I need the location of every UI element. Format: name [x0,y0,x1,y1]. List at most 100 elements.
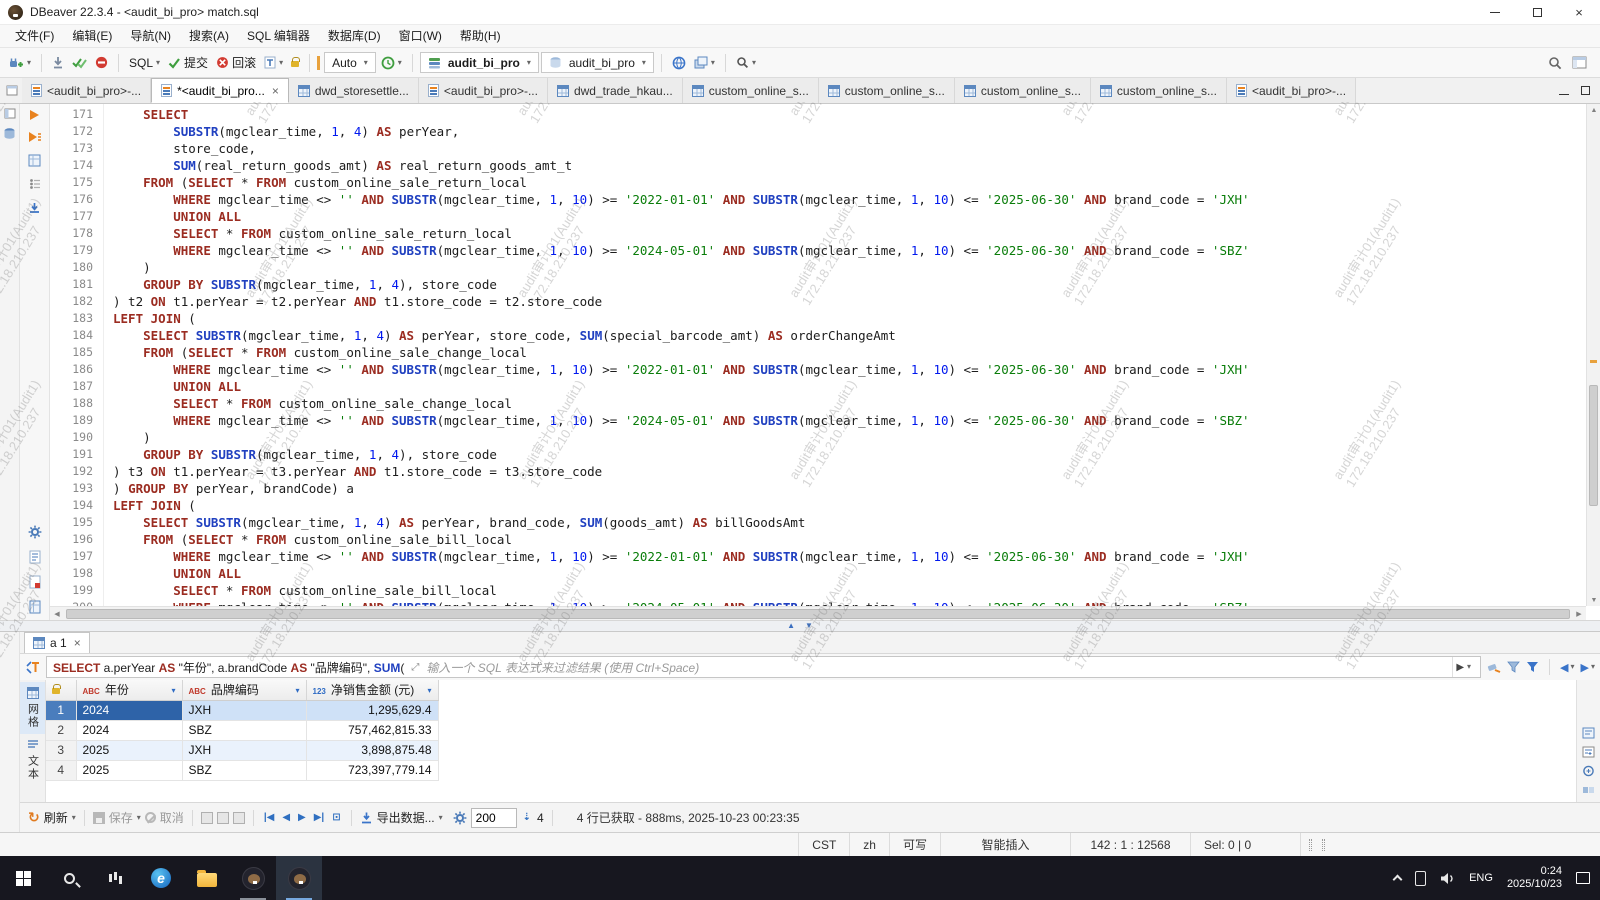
globe-button[interactable] [669,54,689,72]
grid-cell-r1c2[interactable]: JXH [182,700,306,720]
edge-button[interactable]: e [138,856,184,900]
minimize-editor-button[interactable] [1559,84,1569,98]
taskbar-search-button[interactable] [46,856,92,900]
row-number-2[interactable]: 2 [46,720,76,740]
restore-panel-icon[interactable] [2,78,22,103]
scroll-left-arrow[interactable]: ◀ [50,610,64,618]
menu-sql-editor[interactable]: SQL 编辑器 [238,25,319,47]
chevron-down-icon[interactable]: ▾ [27,59,31,67]
transaction-log-button[interactable]: ▾ [378,54,405,72]
grid-cell-r3c1[interactable]: 2025 [76,740,182,760]
editor-settings-gear-icon[interactable] [28,525,42,539]
layers-button[interactable]: ▾ [691,54,718,71]
collapse-up-icon[interactable]: ▲ [787,622,795,630]
column-header-3[interactable]: 123净销售金额 (元)▾ [306,680,438,700]
previous-row-button[interactable]: ◀ [280,812,292,823]
apply-filter-button[interactable]: ▶▾ [1452,657,1474,677]
editor-tab-4[interactable]: <audit_bi_pro>-... [419,78,548,103]
search-menu-button[interactable]: ▾ [733,54,759,71]
save-script-icon[interactable] [29,600,41,614]
chevron-down-icon[interactable]: ▾ [752,59,756,67]
vertical-scroll-thumb[interactable] [1589,385,1598,505]
grid-cell-r4c2[interactable]: SBZ [182,760,306,780]
lock-toggle[interactable] [288,56,302,69]
commit-all-button[interactable] [69,55,90,71]
grid-cell-r2c1[interactable]: 2024 [76,720,182,740]
duplicate-row-icon[interactable] [217,812,229,824]
file-explorer-button[interactable] [184,856,230,900]
code-lines[interactable]: SELECT SUBSTR(mgclear_time, 1, 4) AS per… [104,104,1600,620]
filter-expand-icon[interactable]: ⤢ [411,662,419,673]
script-statistics-button[interactable] [29,178,41,190]
sql-editor[interactable]: 1711721731741751761771781791801811821831… [50,104,1600,620]
first-row-button[interactable]: |◀ [262,812,277,823]
grid-cell-r2c2[interactable]: SBZ [182,720,306,740]
history-forward-button[interactable]: ▶▾ [1581,661,1595,674]
volume-icon[interactable] [1440,872,1455,885]
editor-tab-10[interactable]: <audit_bi_pro>-... [1227,78,1356,103]
explain-plan-button[interactable] [28,154,41,167]
scroll-down-arrow[interactable]: ▼ [1587,594,1600,606]
transaction-mode-button[interactable]: ▾ [261,54,286,71]
delete-row-icon[interactable] [233,812,245,824]
dbeaver-taskbar-button[interactable] [230,856,276,900]
open-script-icon[interactable] [29,575,41,589]
open-perspective-icon[interactable] [1572,56,1587,69]
editor-tab-5[interactable]: dwd_trade_hkau... [548,78,683,103]
results-tab-close-icon[interactable]: × [74,636,81,650]
grid-cell-r1c1[interactable]: 2024 [76,700,182,720]
editor-tab-8[interactable]: custom_online_s... [955,78,1091,103]
editor-tab-1[interactable]: <audit_bi_pro>-... [22,78,151,103]
save-button[interactable]: 保存 [109,809,133,826]
row-number-4[interactable]: 4 [46,760,76,780]
metadata-panel-icon[interactable] [1582,765,1595,777]
row-number-3[interactable]: 3 [46,740,76,760]
editor-tab-3[interactable]: dwd_storesettle... [289,78,419,103]
maximize-button[interactable] [1516,0,1558,24]
next-row-button[interactable]: ▶ [296,812,308,823]
chevron-down-icon[interactable]: ▾ [156,59,160,67]
connection-selector[interactable]: audit_bi_pro ▾ [420,52,539,73]
grid-cell-r4c1[interactable]: 2025 [76,760,182,780]
results-settings-gear-icon[interactable] [453,811,467,825]
status-caret-position[interactable]: 142 : 1 : 12568 [1070,833,1190,856]
menu-database[interactable]: 数据库(D) [319,25,390,47]
task-view-button[interactable] [92,856,138,900]
menu-search[interactable]: 搜索(A) [180,25,238,47]
restore-view-icon[interactable] [4,108,16,119]
editor-horizontal-scrollbar[interactable]: ◀ ▶ [50,606,1586,620]
history-back-button[interactable]: ◀▾ [1560,661,1574,674]
start-button[interactable] [0,856,46,900]
auto-commit-combo[interactable]: Auto ▾ [324,52,376,73]
grid-cell-r1c3[interactable]: 1,295,629.4 [306,700,438,720]
execute-script-button[interactable] [28,131,42,143]
language-indicator[interactable]: ENG [1469,872,1493,884]
chevron-down-icon[interactable]: ▾ [1591,663,1595,671]
stop-button[interactable] [92,54,111,71]
new-script-icon[interactable] [29,550,41,564]
menu-file[interactable]: 文件(F) [6,25,63,47]
grid-cell-r2c3[interactable]: 757,462,815.33 [306,720,438,740]
taskbar-clock[interactable]: 0:24 2025/10/23 [1507,865,1562,891]
chevron-down-icon[interactable]: ▾ [1571,663,1575,671]
filter-settings-button[interactable] [1507,661,1520,673]
column-header-1[interactable]: ABC年份▾ [76,680,182,700]
schema-selector[interactable]: audit_bi_pro ▾ [541,52,654,73]
editor-results-splitter[interactable]: ▲ ▼ [0,620,1600,632]
value-viewer-panel-icon[interactable] [1582,727,1595,739]
fetch-next-icon[interactable]: ⇣ [521,812,533,823]
erase-filter-button[interactable] [1487,661,1501,673]
column-header-2[interactable]: ABC品牌编码▾ [182,680,306,700]
editor-tab-9[interactable]: custom_online_s... [1091,78,1227,103]
chevron-down-icon[interactable]: ▾ [72,814,76,822]
menu-window[interactable]: 窗口(W) [390,25,451,47]
chevron-down-icon[interactable]: ▾ [711,59,715,67]
menu-edit[interactable]: 编辑(E) [63,25,121,47]
grid-cell-r4c3[interactable]: 723,397,779.14 [306,760,438,780]
filter-button[interactable] [1526,661,1539,673]
notification-center-icon[interactable] [1576,872,1590,884]
cancel-button[interactable]: 取消 [160,809,184,826]
editor-vertical-scrollbar[interactable]: ▲ ▼ [1586,104,1600,606]
text-view-tab[interactable]: 文本 [20,734,45,786]
fetch-size-input[interactable] [471,808,517,828]
